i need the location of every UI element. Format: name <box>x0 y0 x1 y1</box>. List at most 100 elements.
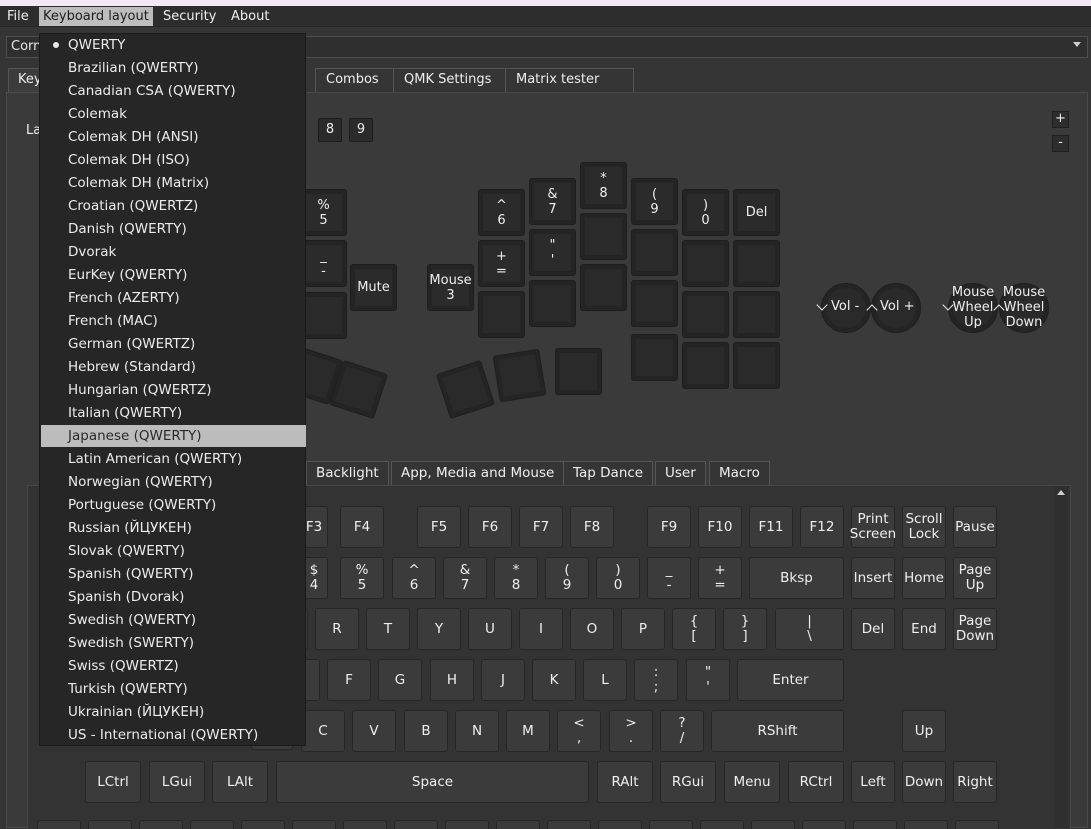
key-7[interactable]: & 7 <box>443 557 487 599</box>
key-u[interactable]: U <box>468 608 512 650</box>
layout-option[interactable]: Colemak DH (Matrix) <box>41 172 306 194</box>
layout-option[interactable]: Swedish (SWERTY) <box>41 632 306 654</box>
menu-about[interactable]: About <box>227 7 273 26</box>
layout-option[interactable]: Dvorak <box>41 241 306 263</box>
layout-option[interactable]: EurKey (QWERTY) <box>41 264 306 286</box>
key-f5[interactable]: F5 <box>417 506 461 548</box>
key-f12[interactable]: F12 <box>800 506 844 548</box>
encoder-wheel-down-label[interactable]: Mouse Wheel Down <box>1001 285 1047 328</box>
layout-option[interactable]: Norwegian (QWERTY) <box>41 471 306 493</box>
keymap-thumb-key[interactable] <box>555 348 602 395</box>
layout-option[interactable]: Turkish (QWERTY) <box>41 678 306 700</box>
key-h[interactable]: H <box>430 659 474 701</box>
key-l[interactable]: L <box>583 659 627 701</box>
keymap-key-minus[interactable]: _ - <box>300 240 347 287</box>
keymap-key-blank[interactable] <box>631 280 678 327</box>
layout-option[interactable]: Russian (ЙЦУКЕН) <box>41 517 306 539</box>
layout-option[interactable]: Latin American (QWERTY) <box>41 448 306 470</box>
tab-user[interactable]: User <box>655 461 706 486</box>
key-0[interactable]: ) 0 <box>596 557 640 599</box>
layout-option[interactable]: Hungarian (QWERTZ) <box>41 379 306 401</box>
key-left-arrow[interactable]: Left <box>851 761 895 803</box>
layout-option[interactable]: Canadian CSA (QWERTY) <box>41 80 306 102</box>
keymap-key-blank[interactable] <box>631 334 678 381</box>
key-8[interactable]: * 8 <box>494 557 538 599</box>
layout-option[interactable]: US - International (QWERTY) <box>41 724 306 746</box>
key-5[interactable]: % 5 <box>340 557 384 599</box>
tab-tap-dance[interactable]: Tap Dance <box>563 461 654 486</box>
key-right-ctrl[interactable]: RCtrl <box>788 761 844 803</box>
key-page-down[interactable]: Page Down <box>953 608 997 650</box>
menu-security[interactable]: Security <box>159 7 220 26</box>
key-c[interactable]: C <box>301 710 345 752</box>
key-semicolon[interactable]: : ; <box>634 659 678 701</box>
keymap-key-blank[interactable] <box>682 291 729 338</box>
keymap-key-5[interactable]: % 5 <box>300 189 347 236</box>
key-scroll-lock[interactable]: Scroll Lock <box>902 506 946 548</box>
key-f8[interactable]: F8 <box>570 506 614 548</box>
layer-button-9[interactable]: 9 <box>349 118 373 142</box>
keymap-key-8[interactable]: * 8 <box>580 162 627 209</box>
key-p[interactable]: P <box>621 608 665 650</box>
key-6[interactable]: ^ 6 <box>392 557 436 599</box>
keymap-key-blank[interactable] <box>733 342 780 389</box>
key-g[interactable]: G <box>378 659 422 701</box>
keymap-key-blank[interactable] <box>682 240 729 287</box>
menu-file[interactable]: File <box>3 7 33 26</box>
key-comma[interactable]: < , <box>557 710 601 752</box>
key-b[interactable]: B <box>404 710 448 752</box>
tab-matrix-tester[interactable]: Matrix tester <box>505 68 634 93</box>
keymap-key-mouse3[interactable]: Mouse 3 <box>427 264 474 311</box>
keymap-thumb-key[interactable] <box>492 348 547 403</box>
key-home[interactable]: Home <box>902 557 946 599</box>
key-n[interactable]: N <box>455 710 499 752</box>
key-f9[interactable]: F9 <box>647 506 691 548</box>
key-page-up[interactable]: Page Up <box>953 557 997 599</box>
layout-option[interactable]: Colemak DH (ANSI) <box>41 126 306 148</box>
key-left-bracket[interactable]: { [ <box>672 608 716 650</box>
keymap-key-equal[interactable]: + = <box>478 240 525 287</box>
layout-option[interactable]: French (AZERTY) <box>41 287 306 309</box>
keymap-key-blank[interactable] <box>682 342 729 389</box>
key-end[interactable]: End <box>902 608 946 650</box>
key-f11[interactable]: F11 <box>749 506 793 548</box>
layout-option[interactable]: Colemak DH (ISO) <box>41 149 306 171</box>
add-layer-button[interactable]: + <box>1052 111 1069 128</box>
key-o[interactable]: O <box>570 608 614 650</box>
remove-layer-button[interactable]: - <box>1052 135 1069 152</box>
key-left-gui[interactable]: LGui <box>149 761 205 803</box>
key-m[interactable]: M <box>506 710 550 752</box>
keymap-key-blank[interactable] <box>478 291 525 338</box>
key-r[interactable]: R <box>315 608 359 650</box>
layout-option[interactable]: Slovak (QWERTY) <box>41 540 306 562</box>
key-backslash[interactable]: | \ <box>775 608 844 650</box>
key-right-arrow[interactable]: Right <box>953 761 997 803</box>
layout-option[interactable]: Colemak <box>41 103 306 125</box>
key-minus[interactable]: _ - <box>647 557 691 599</box>
key-backspace[interactable]: Bksp <box>749 557 844 599</box>
layout-option-highlighted[interactable]: Japanese (QWERTY) <box>41 425 306 447</box>
keymap-key-blank[interactable] <box>631 229 678 276</box>
layout-option[interactable]: Danish (QWERTY) <box>41 218 306 240</box>
layout-option[interactable]: Italian (QWERTY) <box>41 402 306 424</box>
layout-option[interactable]: Spanish (QWERTY) <box>41 563 306 585</box>
key-f6[interactable]: F6 <box>468 506 512 548</box>
layout-option[interactable]: Croatian (QWERTZ) <box>41 195 306 217</box>
key-print-screen[interactable]: Print Screen <box>850 506 896 548</box>
layout-option[interactable]: French (MAC) <box>41 310 306 332</box>
key-insert[interactable]: Insert <box>851 557 895 599</box>
key-menu[interactable]: Menu <box>724 761 780 803</box>
layout-option[interactable]: Ukrainian (ЙЦУКЕН) <box>41 701 306 723</box>
layout-option[interactable]: Hebrew (Standard) <box>41 356 306 378</box>
key-k[interactable]: K <box>532 659 576 701</box>
menu-keyboard-layout[interactable]: Keyboard layout <box>39 7 153 26</box>
keymap-key-9[interactable]: ( 9 <box>631 178 678 225</box>
keymap-key-blank[interactable] <box>580 264 627 311</box>
layout-option[interactable]: Brazilian (QWERTY) <box>41 57 306 79</box>
keymap-key-6[interactable]: ^ 6 <box>478 189 525 236</box>
encoder-vol-down-label[interactable]: Vol - <box>831 299 859 314</box>
key-right-gui[interactable]: RGui <box>660 761 716 803</box>
key-period[interactable]: > . <box>609 710 653 752</box>
layout-option[interactable]: Swiss (QWERTZ) <box>41 655 306 677</box>
layout-option[interactable]: QWERTY <box>41 34 306 56</box>
